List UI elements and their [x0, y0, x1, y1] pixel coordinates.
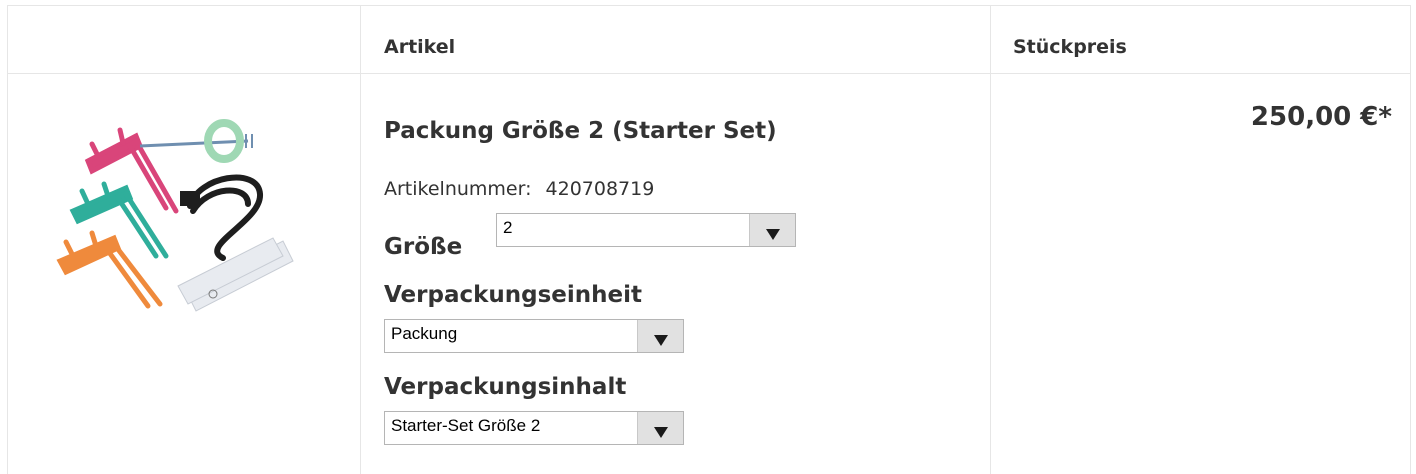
packaging-unit-select-value: Packung — [391, 324, 458, 343]
size-select-value: 2 — [503, 218, 513, 237]
packaging-content-select[interactable]: Starter-Set Größe 2 — [384, 411, 684, 445]
chevron-down-icon — [654, 427, 668, 438]
unit-price: 250,00 €* — [1250, 102, 1392, 132]
article-number-value: 420708719 — [545, 178, 655, 200]
header-divider — [8, 73, 1410, 74]
header-article: Artikel — [384, 36, 456, 58]
packaging-content-label: Verpackungsinhalt — [384, 374, 627, 400]
aiming-ring — [139, 119, 253, 163]
article-number-label: Artikelnummer: — [384, 178, 532, 200]
chevron-down-icon — [766, 229, 780, 240]
chevron-down-icon — [654, 335, 668, 346]
article-number: Artikelnummer: 420708719 — [384, 178, 654, 200]
packaging-content-select-button[interactable] — [637, 412, 683, 444]
column-divider — [990, 6, 991, 474]
packaging-content-select-value: Starter-Set Größe 2 — [391, 416, 541, 435]
packaging-unit-select-button[interactable] — [637, 320, 683, 352]
packaging-unit-select[interactable]: Packung — [384, 319, 684, 353]
size-select[interactable]: 2 — [496, 213, 796, 247]
column-divider — [360, 6, 361, 474]
hygiene-sleeves — [177, 237, 294, 312]
packaging-unit-label: Verpackungseinheit — [384, 282, 643, 308]
header-unit-price: Stückpreis — [1013, 36, 1127, 58]
cart-table: Artikel Stückpreis Packung Größe 2 (Star… — [7, 5, 1411, 474]
product-title[interactable]: Packung Größe 2 (Starter Set) — [384, 118, 777, 144]
size-label: Größe — [384, 234, 463, 260]
product-image[interactable] — [48, 116, 298, 316]
orange-holder — [56, 230, 163, 309]
sensor-cable — [180, 174, 263, 261]
size-select-button[interactable] — [749, 214, 795, 246]
